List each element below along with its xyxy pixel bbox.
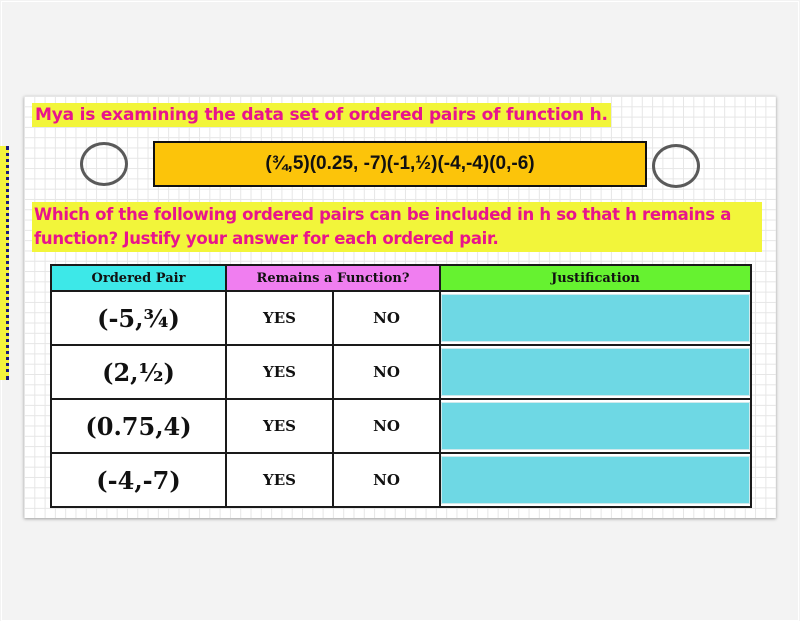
ordered-pair-cell: (-5,¾) xyxy=(50,290,227,346)
justification-cell xyxy=(439,344,753,400)
table-header-row: Ordered Pair Remains a Function? Justifi… xyxy=(50,264,753,292)
table-row: (2,½) YES NO xyxy=(50,344,753,400)
table-row: (0.75,4) YES NO xyxy=(50,398,753,454)
drag-circle-left[interactable] xyxy=(80,142,128,186)
yes-option[interactable]: YES xyxy=(225,398,334,454)
ordered-pair-cell: (0.75,4) xyxy=(50,398,227,454)
yes-option[interactable]: YES xyxy=(225,452,334,508)
no-option[interactable]: NO xyxy=(331,452,442,508)
yes-option[interactable]: YES xyxy=(225,344,334,400)
slide-canvas: Mya is examining the data set of ordered… xyxy=(24,96,776,518)
data-set-box: (¾,5)(0.25, -7)(-1,½)(-4,-4)(0,-6) xyxy=(153,141,647,187)
ordered-pair-cell: (2,½) xyxy=(50,344,227,400)
question-text: Which of the following ordered pairs can… xyxy=(32,202,762,252)
side-dotted-strip xyxy=(0,146,9,380)
justification-cell xyxy=(439,398,753,454)
ordered-pair-cell: (-4,-7) xyxy=(50,452,227,508)
header-justification: Justification xyxy=(439,264,753,292)
justification-cell xyxy=(439,452,753,508)
justification-cell xyxy=(439,290,753,346)
justification-input[interactable] xyxy=(441,348,751,396)
drag-circle-right[interactable] xyxy=(652,144,700,188)
table-row: (-4,-7) YES NO xyxy=(50,452,753,508)
yes-option[interactable]: YES xyxy=(225,290,334,346)
no-option[interactable]: NO xyxy=(331,344,442,400)
justification-input[interactable] xyxy=(441,402,751,450)
no-option[interactable]: NO xyxy=(331,290,442,346)
data-set-text: (¾,5)(0.25, -7)(-1,½)(-4,-4)(0,-6) xyxy=(265,153,535,174)
slide-title: Mya is examining the data set of ordered… xyxy=(32,103,611,127)
header-ordered-pair: Ordered Pair xyxy=(50,264,227,292)
header-remains-function: Remains a Function? xyxy=(224,264,442,292)
justification-input[interactable] xyxy=(441,456,751,504)
justification-input[interactable] xyxy=(441,294,751,342)
table-row: (-5,¾) YES NO xyxy=(50,290,753,346)
answer-table: Ordered Pair Remains a Function? Justifi… xyxy=(50,264,753,508)
no-option[interactable]: NO xyxy=(331,398,442,454)
